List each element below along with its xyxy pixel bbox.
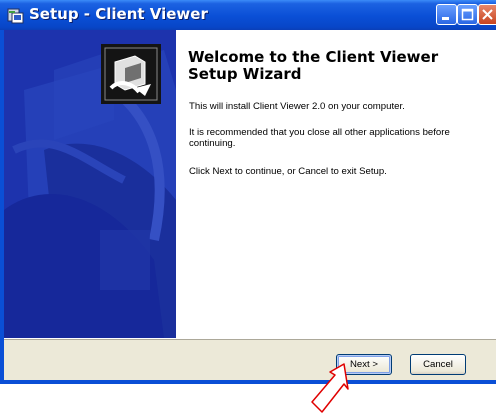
close-button[interactable] [478,4,496,25]
maximize-icon [461,8,474,21]
red-arrow-pointer [311,363,349,413]
maximize-button[interactable] [457,4,478,25]
title-bar[interactable]: Setup - Client Viewer [0,0,496,30]
window-title: Setup - Client Viewer [29,5,208,23]
installer-computer-icon [101,44,161,104]
setup-app-icon [7,8,24,24]
setup-window: Setup - Client Viewer Welcome to the Cli… [0,0,496,384]
close-icon [482,9,493,20]
instructions-text: Click Next to continue, or Cancel to exi… [189,166,387,177]
wizard-content: Welcome to the Client Viewer Setup Wizar… [176,30,496,338]
wizard-button-bar: Next > Cancel [4,338,496,380]
install-info-text: This will install Client Viewer 2.0 on y… [189,101,405,112]
close-apps-text: It is recommended that you close all oth… [189,127,450,149]
cancel-button[interactable]: Cancel [410,354,466,375]
minimize-icon [442,17,449,20]
wizard-heading: Welcome to the Client Viewer Setup Wizar… [188,48,439,83]
wizard-side-panel [4,30,176,338]
window-frame-bottom [0,380,496,384]
minimize-button[interactable] [436,4,457,25]
